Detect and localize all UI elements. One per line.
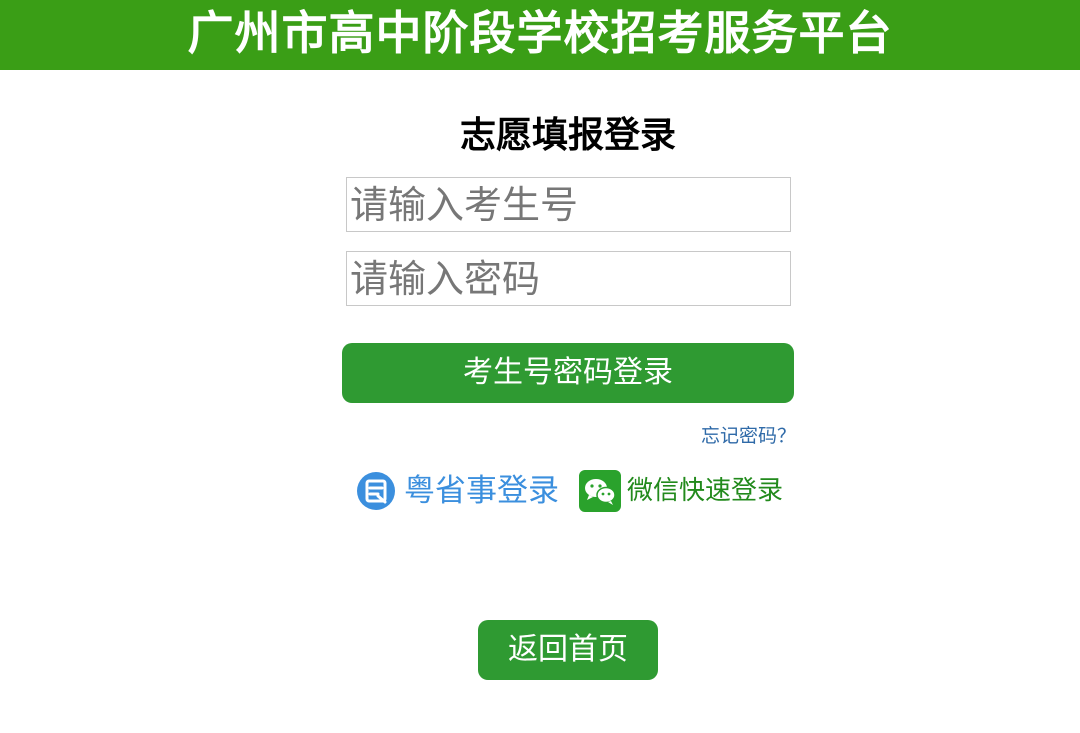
password-input[interactable]	[346, 251, 791, 306]
site-title: 广州市高中阶段学校招考服务平台	[187, 6, 893, 60]
yueshengshi-login-button[interactable]: 粤省事登录	[356, 470, 566, 512]
login-button[interactable]: 考生号密码登录	[342, 343, 794, 403]
wechat-logo-icon	[579, 470, 621, 512]
yueshengshi-login-label: 粤省事登录	[404, 473, 559, 509]
login-title: 志愿填报登录	[459, 115, 676, 156]
back-home-button[interactable]: 返回首页	[478, 620, 658, 680]
wechat-login-label: 微信快速登录	[627, 476, 784, 506]
wechat-login-button[interactable]: 微信快速登录	[579, 470, 784, 512]
forgot-password-link[interactable]: 忘记密码？	[690, 424, 796, 448]
student-id-input[interactable]	[346, 177, 791, 232]
yueshengshi-logo-icon	[356, 471, 396, 511]
header-bar: 广州市高中阶段学校招考服务平台	[0, 0, 1080, 70]
